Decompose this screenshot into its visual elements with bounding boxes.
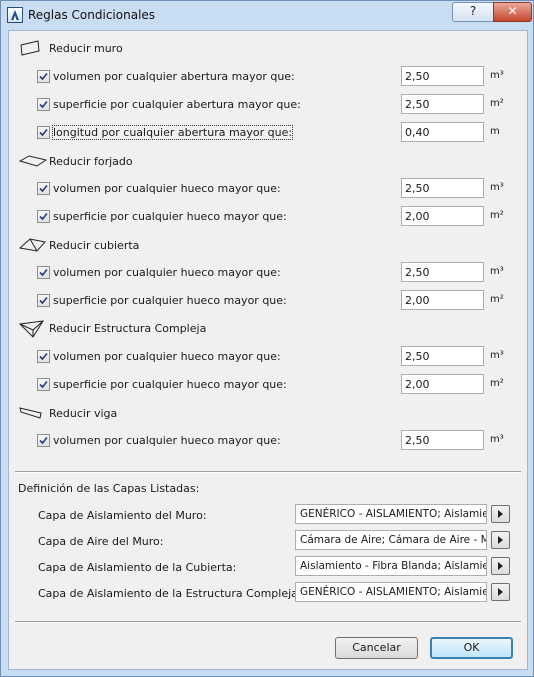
rule-value-input[interactable]: 2,50 [401, 94, 484, 114]
rule-row: superficie por cualquier abertura mayor … [37, 94, 517, 116]
layer-field[interactable]: GENÉRICO - AISLAMIENTO; Aislamie [295, 504, 487, 524]
arrow-right-icon [498, 562, 503, 570]
rule-label: superficie por cualquier hueco mayor que… [53, 210, 287, 223]
ok-button[interactable]: OK [430, 637, 513, 659]
rule-value-input[interactable]: 2,00 [401, 206, 484, 226]
group-label: Reducir viga [49, 407, 118, 420]
rule-label: volumen por cualquier abertura mayor que… [53, 70, 295, 83]
rule-value-input[interactable]: 2,00 [401, 290, 484, 310]
rule-value-input[interactable]: 2,50 [401, 430, 484, 450]
layer-label: Capa de Aislamiento del Muro: [38, 509, 207, 522]
rule-checkbox[interactable] [37, 294, 50, 307]
rule-label: superficie por cualquier abertura mayor … [53, 98, 301, 111]
layers-section-title: Definición de las Capas Listadas: [18, 482, 200, 495]
dialog-body: Reducir muro volumen por cualquier abert… [8, 30, 528, 670]
rule-label: longitud por cualquier abertura mayor qu… [51, 125, 294, 140]
rule-row: longitud por cualquier abertura mayor qu… [37, 122, 517, 144]
rule-unit: m² [490, 378, 504, 389]
rule-row: superficie por cualquier hueco mayor que… [37, 374, 517, 396]
rule-unit: m² [490, 210, 504, 221]
layer-field[interactable]: GENÉRICO - AISLAMIENTO; Aislamie [295, 582, 487, 602]
layer-select-button[interactable] [491, 531, 510, 549]
rule-value-input[interactable]: 2,50 [401, 346, 484, 366]
layer-select-button[interactable] [491, 557, 510, 575]
rule-row: superficie por cualquier hueco mayor que… [37, 290, 517, 312]
group-label: Reducir Estructura Compleja [49, 322, 207, 335]
layer-select-button[interactable] [491, 583, 510, 601]
title-bar[interactable]: Reglas Condicionales ? ✕ [1, 1, 533, 29]
rule-checkbox[interactable] [37, 210, 50, 223]
separator [15, 471, 521, 473]
rule-value-input[interactable]: 2,50 [401, 178, 484, 198]
rule-unit: m³ [490, 266, 504, 277]
layer-label: Capa de Aislamiento de la Cubierta: [38, 561, 237, 574]
separator [15, 621, 521, 623]
cancel-button[interactable]: Cancelar [335, 637, 418, 659]
complex-structure-icon [19, 320, 44, 338]
rule-checkbox[interactable] [37, 434, 50, 447]
rule-value-input[interactable]: 0,40 [401, 122, 484, 142]
rule-value-input[interactable]: 2,50 [401, 262, 484, 282]
slab-icon [19, 155, 47, 167]
layer-field[interactable]: Aislamiento - Fibra Blanda; Aislamie [295, 556, 487, 576]
rule-unit: m³ [490, 434, 504, 445]
rule-label: superficie por cualquier hueco mayor que… [53, 294, 287, 307]
rule-label: superficie por cualquier hueco mayor que… [53, 378, 287, 391]
rule-row: volumen por cualquier hueco mayor que: 2… [37, 346, 517, 368]
arrow-right-icon [498, 588, 503, 596]
rule-row: volumen por cualquier abertura mayor que… [37, 66, 517, 88]
rule-checkbox[interactable] [37, 70, 50, 83]
rule-unit: m³ [490, 70, 504, 81]
group-label: Reducir muro [49, 42, 123, 55]
archicad-app-icon [7, 7, 23, 23]
rule-unit: m² [490, 98, 504, 109]
rule-row: superficie por cualquier hueco mayor que… [37, 206, 517, 228]
layer-field[interactable]: Cámara de Aire; Cámara de Aire - Ma [295, 530, 487, 550]
beam-icon [19, 407, 42, 419]
rule-checkbox[interactable] [37, 266, 50, 279]
close-button[interactable]: ✕ [493, 2, 532, 22]
group-label: Reducir cubierta [49, 239, 140, 252]
rule-row: volumen por cualquier hueco mayor que: 2… [37, 262, 517, 284]
roof-icon [19, 238, 46, 252]
rule-row: volumen por cualquier hueco mayor que: 2… [37, 178, 517, 200]
layer-label: Capa de Aire del Muro: [38, 535, 164, 548]
rule-unit: m [490, 126, 500, 137]
layer-select-button[interactable] [491, 505, 510, 523]
arrow-right-icon [498, 536, 503, 544]
rule-unit: m³ [490, 350, 504, 361]
rule-checkbox[interactable] [37, 182, 50, 195]
rule-checkbox[interactable] [37, 126, 50, 139]
help-button[interactable]: ? [452, 2, 494, 22]
layer-label: Capa de Aislamiento de la Estructura Com… [38, 587, 302, 600]
rule-value-input[interactable]: 2,50 [401, 66, 484, 86]
group-label: Reducir forjado [49, 155, 133, 168]
rule-unit: m³ [490, 182, 504, 193]
rule-label: volumen por cualquier hueco mayor que: [53, 434, 281, 447]
rule-row: volumen por cualquier hueco mayor que: 2… [37, 430, 517, 452]
rule-checkbox[interactable] [37, 378, 50, 391]
rule-label: volumen por cualquier hueco mayor que: [53, 350, 281, 363]
rule-value-input[interactable]: 2,00 [401, 374, 484, 394]
arrow-right-icon [498, 510, 503, 518]
rule-checkbox[interactable] [37, 350, 50, 363]
window-title: Reglas Condicionales [28, 8, 156, 22]
rule-label: volumen por cualquier hueco mayor que: [53, 182, 281, 195]
rule-checkbox[interactable] [37, 98, 50, 111]
wall-icon [20, 40, 40, 56]
dialog-window: Reglas Condicionales ? ✕ Reducir muro vo… [0, 0, 534, 677]
rule-label: volumen por cualquier hueco mayor que: [53, 266, 281, 279]
rule-unit: m² [490, 294, 504, 305]
